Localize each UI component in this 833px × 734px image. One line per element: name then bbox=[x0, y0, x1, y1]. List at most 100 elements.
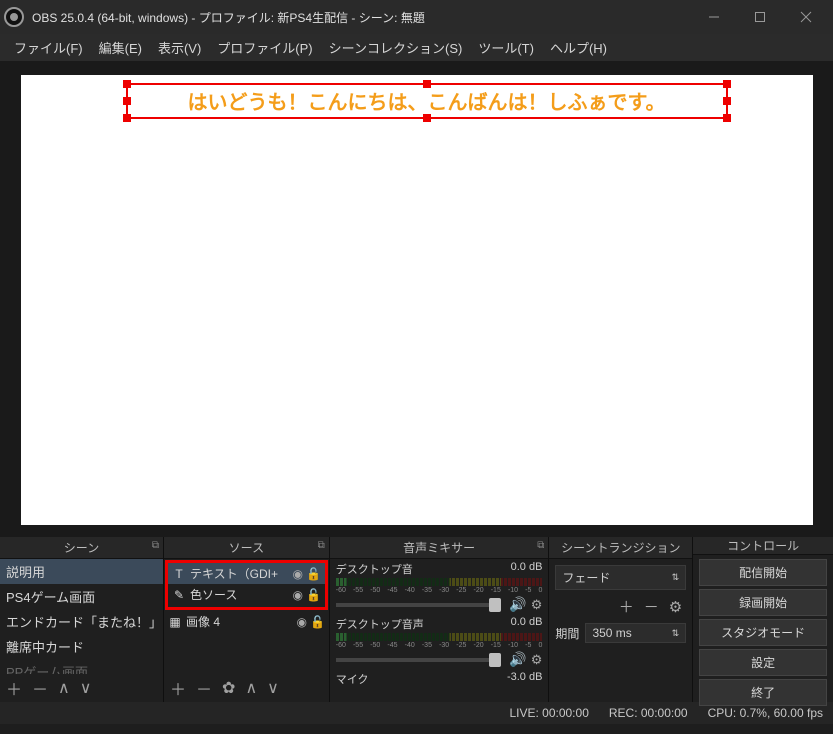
overlay-text: はいどうも！こんにちは、こんばんは！しふぁです。 bbox=[188, 86, 666, 115]
channel-db: 0.0 dB bbox=[511, 561, 543, 577]
scene-item[interactable]: 説明用 bbox=[0, 559, 163, 584]
scene-up-button[interactable]: ∧ bbox=[58, 678, 70, 698]
lock-toggle[interactable]: 🔓 bbox=[306, 588, 322, 602]
channel-name: デスクトップ音 bbox=[336, 561, 413, 577]
visibility-toggle[interactable]: ◉ bbox=[290, 567, 306, 581]
remove-transition-button[interactable]: － bbox=[644, 596, 659, 617]
maximize-button[interactable] bbox=[737, 0, 783, 34]
scene-item[interactable]: 離席中カード bbox=[0, 634, 163, 659]
dock-row: シーン ⧉ 説明用 PS4ゲーム画面 エンドカード「またね！」PS 離席中カード… bbox=[0, 537, 833, 702]
resize-handle[interactable] bbox=[423, 80, 431, 88]
controls-title: コントロール bbox=[727, 537, 799, 554]
remove-scene-button[interactable]: － bbox=[32, 676, 48, 700]
duration-row: 期間 350 ms ⇅ bbox=[555, 623, 686, 643]
mixer-header[interactable]: 音声ミキサー ⧉ bbox=[330, 537, 549, 559]
menu-file[interactable]: ファイル(F) bbox=[6, 34, 91, 61]
scenes-panel: シーン ⧉ 説明用 PS4ゲーム画面 エンドカード「またね！」PS 離席中カード… bbox=[0, 537, 164, 702]
add-source-button[interactable]: ＋ bbox=[170, 676, 186, 700]
gear-icon[interactable]: ⚙ bbox=[531, 652, 543, 668]
maximize-icon bbox=[754, 11, 766, 23]
transitions-header[interactable]: シーントランジション bbox=[549, 537, 692, 559]
status-cpu: CPU: 0.7%, 60.00 fps bbox=[708, 706, 823, 720]
controls-header[interactable]: コントロール bbox=[693, 537, 833, 555]
lock-toggle[interactable]: 🔓 bbox=[306, 567, 322, 581]
resize-handle[interactable] bbox=[123, 80, 131, 88]
resize-handle[interactable] bbox=[123, 114, 131, 122]
selected-source-outline[interactable]: はいどうも！こんにちは、こんばんは！しふぁです。 bbox=[126, 83, 728, 119]
popout-icon[interactable]: ⧉ bbox=[318, 540, 325, 551]
volume-meter bbox=[336, 633, 543, 641]
source-props-button[interactable]: ✿ bbox=[222, 678, 235, 698]
chevron-updown-icon: ⇅ bbox=[672, 572, 680, 583]
source-up-button[interactable]: ∧ bbox=[245, 678, 257, 698]
source-item-image[interactable]: ▦ 画像 4 ◉ 🔓 bbox=[164, 611, 329, 632]
volume-meter bbox=[336, 578, 543, 586]
minimize-button[interactable] bbox=[691, 0, 737, 34]
status-live: LIVE: 00:00:00 bbox=[509, 706, 588, 720]
sources-list: T テキスト（GDI+ ◉ 🔓 ✎ 色ソース ◉ 🔓 ▦ 画像 4 ◉ 🔓 bbox=[164, 559, 329, 674]
status-rec: REC: 00:00:00 bbox=[609, 706, 688, 720]
menu-scene-collection[interactable]: シーンコレクション(S) bbox=[321, 34, 471, 61]
resize-handle[interactable] bbox=[723, 97, 731, 105]
popout-icon[interactable]: ⧉ bbox=[152, 540, 159, 551]
resize-handle[interactable] bbox=[123, 97, 131, 105]
transition-settings-button[interactable]: ⚙ bbox=[669, 598, 682, 616]
menu-profile[interactable]: プロファイル(P) bbox=[209, 34, 320, 61]
transitions-body: フェード ⇅ ＋ － ⚙ 期間 350 ms ⇅ bbox=[549, 559, 692, 649]
annotation-highlight: T テキスト（GDI+ ◉ 🔓 ✎ 色ソース ◉ 🔓 bbox=[165, 560, 328, 610]
close-button[interactable] bbox=[783, 0, 829, 34]
speaker-icon[interactable]: 🔊 bbox=[509, 596, 526, 613]
mixer-panel: 音声ミキサー ⧉ デスクトップ音 0.0 dB -60-55-50-45-40-3… bbox=[330, 537, 550, 702]
remove-source-button[interactable]: － bbox=[196, 676, 212, 700]
source-label: テキスト（GDI+ bbox=[190, 565, 290, 582]
start-streaming-button[interactable]: 配信開始 bbox=[699, 559, 827, 586]
volume-slider[interactable] bbox=[336, 603, 502, 607]
gear-icon[interactable]: ⚙ bbox=[531, 597, 543, 613]
menu-view[interactable]: 表示(V) bbox=[150, 34, 209, 61]
preview-canvas[interactable]: はいどうも！こんにちは、こんばんは！しふぁです。 bbox=[21, 75, 813, 525]
transitions-panel: シーントランジション フェード ⇅ ＋ － ⚙ 期間 350 ms ⇅ bbox=[549, 537, 693, 702]
channel-db: 0.0 dB bbox=[511, 616, 543, 632]
volume-slider[interactable] bbox=[336, 658, 502, 662]
source-item-color[interactable]: ✎ 色ソース ◉ 🔓 bbox=[168, 584, 325, 605]
scene-item[interactable]: PPゲーム画面 bbox=[0, 659, 163, 674]
scene-item[interactable]: エンドカード「またね！」PS bbox=[0, 609, 163, 634]
source-down-button[interactable]: ∨ bbox=[267, 678, 279, 698]
meter-scale: -60-55-50-45-40-35-30-25-20-15-10-50 bbox=[336, 587, 543, 594]
lock-toggle[interactable]: 🔓 bbox=[310, 615, 326, 629]
menu-tools[interactable]: ツール(T) bbox=[470, 34, 542, 61]
source-item-text[interactable]: T テキスト（GDI+ ◉ 🔓 bbox=[168, 563, 325, 584]
window-title: OBS 25.0.4 (64-bit, windows) - プロファイル: 新… bbox=[32, 9, 691, 26]
menu-bar: ファイル(F) 編集(E) 表示(V) プロファイル(P) シーンコレクション(… bbox=[0, 34, 833, 62]
transition-select[interactable]: フェード ⇅ bbox=[555, 565, 686, 590]
settings-button[interactable]: 設定 bbox=[699, 649, 827, 676]
exit-button[interactable]: 終了 bbox=[699, 679, 827, 706]
visibility-toggle[interactable]: ◉ bbox=[290, 588, 306, 602]
resize-handle[interactable] bbox=[723, 114, 731, 122]
mixer-channel: デスクトップ音 0.0 dB -60-55-50-45-40-35-30-25-2… bbox=[330, 559, 549, 614]
add-scene-button[interactable]: ＋ bbox=[6, 676, 22, 700]
controls-panel: コントロール 配信開始 録画開始 スタジオモード 設定 終了 bbox=[693, 537, 833, 702]
scenes-header[interactable]: シーン ⧉ bbox=[0, 537, 163, 559]
resize-handle[interactable] bbox=[723, 80, 731, 88]
preview-area[interactable]: はいどうも！こんにちは、こんばんは！しふぁです。 bbox=[0, 62, 833, 537]
start-recording-button[interactable]: 録画開始 bbox=[699, 589, 827, 616]
sources-header[interactable]: ソース ⧉ bbox=[164, 537, 329, 559]
duration-spinner[interactable]: 350 ms ⇅ bbox=[585, 623, 686, 643]
source-label: 色ソース bbox=[190, 586, 290, 603]
mixer-title: 音声ミキサー bbox=[403, 539, 475, 556]
scene-item[interactable]: PS4ゲーム画面 bbox=[0, 584, 163, 609]
resize-handle[interactable] bbox=[423, 114, 431, 122]
menu-help[interactable]: ヘルプ(H) bbox=[542, 34, 615, 61]
sources-panel: ソース ⧉ T テキスト（GDI+ ◉ 🔓 ✎ 色ソース ◉ 🔓 ▦ bbox=[164, 537, 330, 702]
scene-down-button[interactable]: ∨ bbox=[80, 678, 92, 698]
menu-edit[interactable]: 編集(E) bbox=[91, 34, 150, 61]
popout-icon[interactable]: ⧉ bbox=[537, 540, 544, 551]
speaker-icon[interactable]: 🔊 bbox=[509, 651, 526, 668]
add-transition-button[interactable]: ＋ bbox=[619, 596, 634, 617]
app-icon bbox=[4, 7, 24, 27]
studio-mode-button[interactable]: スタジオモード bbox=[699, 619, 827, 646]
status-bar: . LIVE: 00:00:00 REC: 00:00:00 CPU: 0.7%… bbox=[0, 702, 833, 724]
visibility-toggle[interactable]: ◉ bbox=[294, 615, 310, 629]
channel-name: デスクトップ音声 bbox=[336, 616, 424, 632]
